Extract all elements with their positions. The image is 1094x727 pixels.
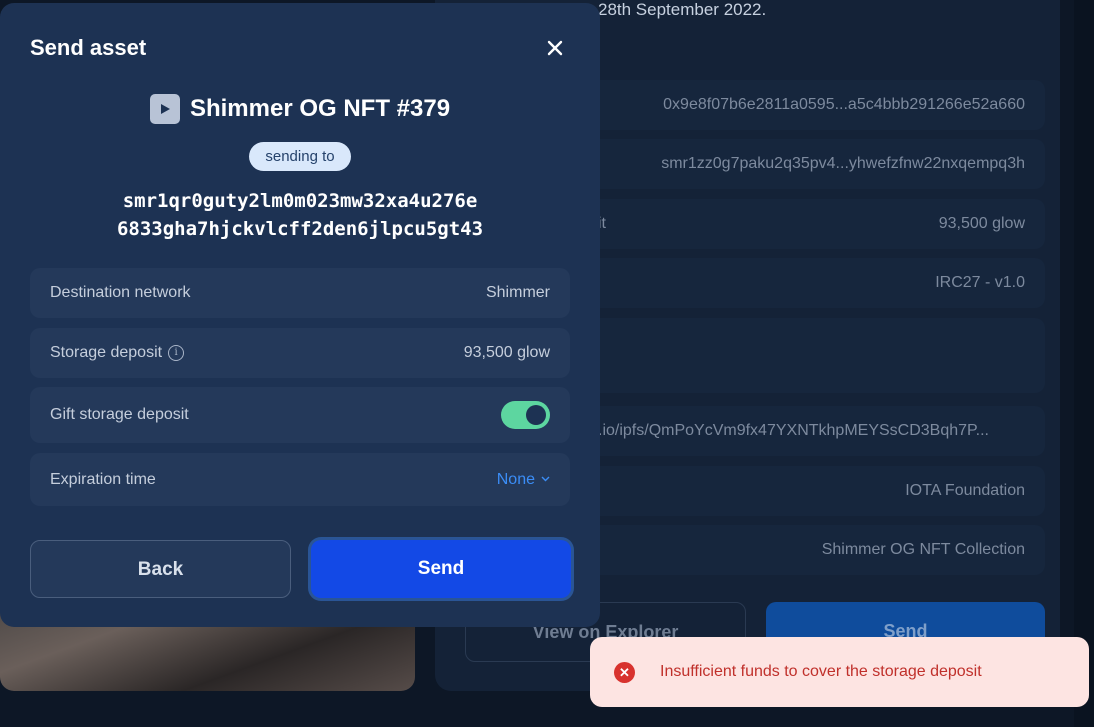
play-icon (149, 94, 180, 124)
storage-deposit-row: Storage deposit i 93,500 glow (30, 328, 570, 378)
gift-storage-deposit-row: Gift storage deposit (30, 387, 570, 443)
error-toast: ✕ Insufficient funds to cover the storag… (590, 637, 1089, 707)
info-icon[interactable]: i (168, 345, 185, 361)
modal-title: Send asset (30, 35, 147, 60)
detail-row-uri: s.io/ipfs/QmPoYcVm9fx47YXNTkhpMEYSsCD3Bq… (570, 406, 1045, 456)
storage-deposit-label: Storage deposit (50, 344, 163, 361)
detail-row-address: smr1zz0g7paku2q35pv4...yhwefzfnw22nxqemp… (570, 139, 1045, 189)
detail-value: smr1zz0g7paku2q35pv4...yhwefzfnw22nxqemp… (661, 155, 1025, 172)
storage-deposit-label-group: Storage deposit i (50, 328, 185, 378)
destination-network-row: Destination network Shimmer (30, 268, 570, 318)
destination-network-value: Shimmer (485, 284, 550, 301)
error-icon: ✕ (614, 661, 635, 683)
toggle-knob (526, 405, 546, 425)
chevron-down-icon (541, 474, 550, 485)
detail-value: IOTA Foundation (905, 482, 1025, 499)
expiration-time-label: Expiration time (50, 470, 156, 488)
detail-value: Shimmer OG NFT Collection (821, 541, 1025, 558)
recipient-address: smr1qr0guty2lm0m023mw32xa4u276e 6833gha7… (0, 187, 600, 243)
detail-value: IRC27 - v1.0 (935, 274, 1025, 291)
detail-row-standard: IRC27 - v1.0 (570, 258, 1045, 308)
storage-deposit-value: 93,500 glow (463, 344, 550, 361)
back-button[interactable]: Back (30, 540, 291, 598)
nft-description-date: 28th September 2022. (598, 0, 767, 19)
destination-network-label: Destination network (50, 284, 191, 301)
expiration-time-value-group: None (497, 453, 550, 506)
expiration-time-row: Expiration time None (30, 453, 570, 506)
send-button[interactable]: Send (311, 540, 571, 598)
address-line: smr1qr0guty2lm0m023mw32xa4u276e (122, 190, 478, 212)
detail-value: 0x9e8f07b6e2811a0595...a5c4bbb291266e52a… (663, 96, 1025, 113)
detail-row-storage-deposit: it 93,500 glow (570, 199, 1045, 249)
asset-name: Shimmer OG NFT #379 (189, 95, 451, 122)
address-line: 6833gha7hjckvlcff2den6jlpcu5gt43 (116, 218, 484, 240)
gift-storage-deposit-toggle[interactable] (501, 401, 550, 429)
close-icon[interactable] (542, 35, 568, 61)
sending-to-badge: sending to (249, 142, 351, 171)
toast-message: Insufficient funds to cover the storage … (660, 663, 982, 680)
detail-row-nft-id: 0x9e8f07b6e2811a0595...a5c4bbb291266e52a… (570, 80, 1045, 130)
gift-storage-deposit-label: Gift storage deposit (50, 406, 189, 423)
detail-value: 93,500 glow (938, 215, 1025, 232)
gift-storage-deposit-control (501, 387, 550, 443)
send-asset-modal: Send asset Shimmer OG NFT #379 sending t… (0, 3, 600, 627)
detail-row-blank (570, 318, 1045, 393)
expiration-time-dropdown[interactable]: None (497, 471, 550, 489)
scrollbar-track (1074, 0, 1094, 727)
detail-row-issuer: IOTA Foundation (570, 466, 1045, 516)
asset-header: Shimmer OG NFT #379 (0, 93, 600, 125)
expiration-time-value: None (496, 470, 535, 488)
detail-row-collection: Shimmer OG NFT Collection (570, 525, 1045, 575)
detail-value: s.io/ipfs/QmPoYcVm9fx47YXNTkhpMEYSsCD3Bq… (590, 422, 989, 439)
